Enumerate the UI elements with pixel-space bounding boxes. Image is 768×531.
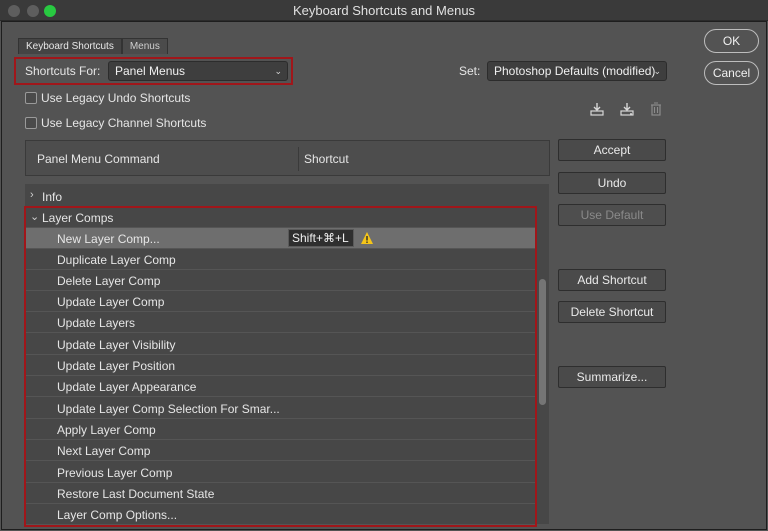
legacy-undo-label: Use Legacy Undo Shortcuts (41, 91, 191, 105)
shortcuts-for-select[interactable]: Panel Menus ⌄ (108, 61, 288, 81)
group-info[interactable]: › Info (25, 186, 535, 207)
set-select[interactable]: Photoshop Defaults (modified) ⌄ (487, 61, 667, 81)
delete-shortcut-button[interactable]: Delete Shortcut (558, 301, 666, 323)
save-as-set-icon[interactable] (619, 101, 635, 117)
layer-comps-highlight (24, 206, 537, 527)
title-bar: Keyboard Shortcuts and Menus (0, 0, 768, 21)
window-title: Keyboard Shortcuts and Menus (292, 3, 476, 18)
save-set-icon[interactable] (589, 101, 605, 117)
list-scrollbar[interactable] (536, 184, 549, 524)
scroll-thumb[interactable] (539, 279, 546, 405)
summarize-button[interactable]: Summarize... (558, 366, 666, 388)
set-value: Photoshop Defaults (modified) (494, 64, 656, 78)
chevron-down-icon: ⌄ (653, 66, 661, 76)
set-label: Set: (459, 64, 481, 78)
legacy-channel-checkbox[interactable] (25, 117, 37, 129)
add-shortcut-button[interactable]: Add Shortcut (558, 269, 666, 291)
undo-button[interactable]: Undo (558, 172, 666, 194)
ok-button[interactable]: OK (704, 29, 759, 53)
legacy-undo-checkbox[interactable] (25, 92, 37, 104)
legacy-channel-label: Use Legacy Channel Shortcuts (41, 116, 207, 130)
column-divider (298, 147, 299, 171)
chevron-down-icon: ⌄ (274, 66, 282, 76)
group-label: Info (42, 190, 63, 204)
tab-menus[interactable]: Menus (121, 38, 168, 54)
delete-set-icon (651, 102, 661, 116)
tab-keyboard-shortcuts[interactable]: Keyboard Shortcuts (18, 38, 122, 54)
tab-bar: Keyboard Shortcuts Menus (18, 38, 168, 54)
table-header: Panel Menu Command Shortcut (25, 140, 550, 176)
use-default-button[interactable]: Use Default (558, 204, 666, 226)
chevron-right-icon: › (30, 189, 34, 201)
cancel-button[interactable]: Cancel (704, 61, 759, 85)
col-command-header: Panel Menu Command (37, 152, 160, 166)
shortcuts-for-label: Shortcuts For: (25, 64, 101, 78)
shortcuts-for-value: Panel Menus (115, 64, 186, 78)
col-shortcut-header: Shortcut (304, 152, 349, 166)
accept-button[interactable]: Accept (558, 139, 666, 161)
